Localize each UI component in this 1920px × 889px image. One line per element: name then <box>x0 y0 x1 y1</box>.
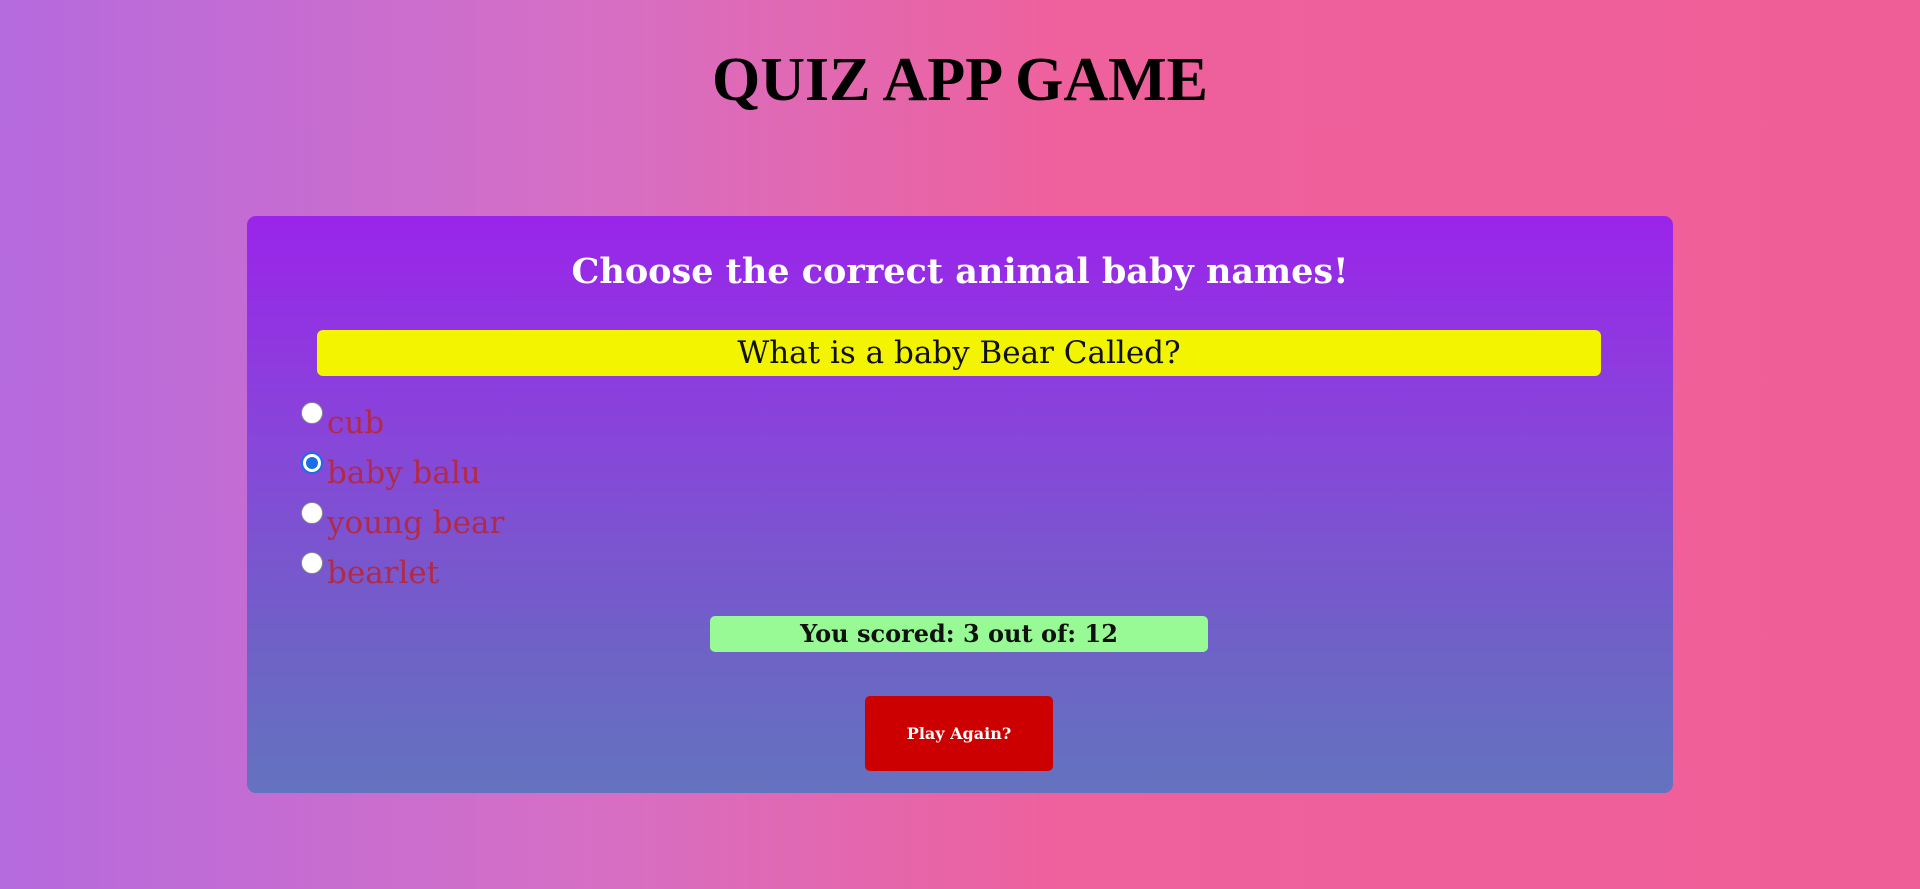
play-again-button[interactable]: Play Again? <box>865 696 1053 771</box>
answer-option-baby-balu[interactable]: baby balu <box>301 452 1001 502</box>
answer-option-young-bear[interactable]: young bear <box>301 502 1001 552</box>
radio-button-baby-balu[interactable] <box>301 452 323 474</box>
quiz-card: Choose the correct animal baby names! Wh… <box>247 216 1673 793</box>
answer-label[interactable]: cub <box>327 404 384 442</box>
answer-label[interactable]: young bear <box>327 504 504 542</box>
answer-label[interactable]: bearlet <box>327 554 439 592</box>
radio-button-bearlet[interactable] <box>301 552 323 574</box>
app-title: QUIZ APP GAME <box>711 46 1209 114</box>
radio-button-cub[interactable] <box>301 402 323 424</box>
score-display: You scored: 3 out of: 12 <box>710 616 1208 652</box>
answer-option-cub[interactable]: cub <box>301 402 1001 452</box>
question-text: What is a baby Bear Called? <box>317 330 1601 376</box>
quiz-heading: Choose the correct animal baby names! <box>571 251 1349 292</box>
answer-options: cub baby balu young bear bearlet <box>301 402 1001 602</box>
radio-button-young-bear[interactable] <box>301 502 323 524</box>
answer-option-bearlet[interactable]: bearlet <box>301 552 1001 602</box>
answer-label[interactable]: baby balu <box>327 454 481 492</box>
